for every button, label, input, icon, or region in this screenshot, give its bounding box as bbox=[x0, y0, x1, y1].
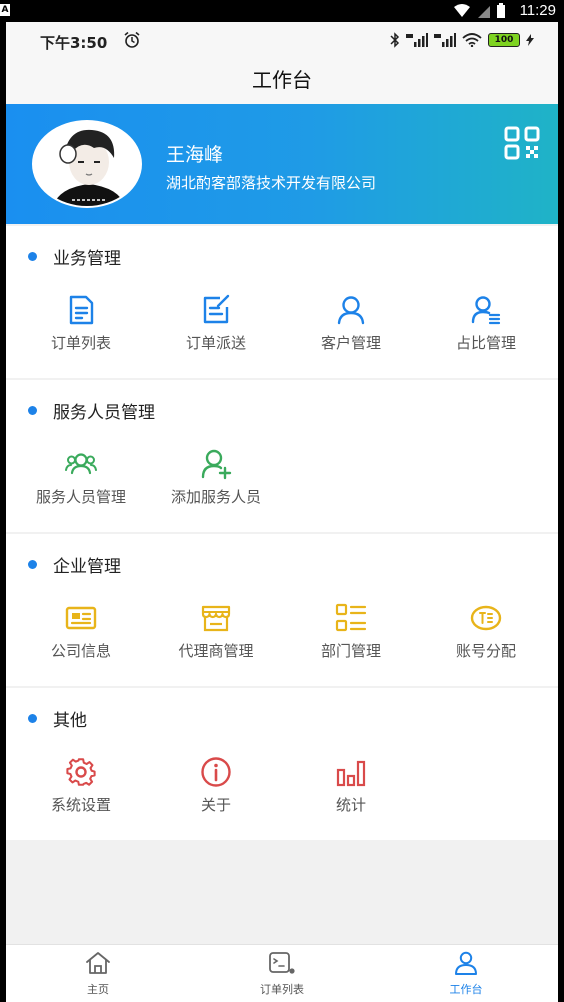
order-list-icon bbox=[69, 295, 94, 325]
order-dispatch-icon bbox=[203, 294, 230, 324]
section-enterprise: 企业管理 公司信息 代理商管理 部门管理 账号分配 bbox=[6, 534, 558, 686]
stats-icon bbox=[336, 760, 366, 787]
section-other: 其他 系统设置 关于 统计 bbox=[6, 688, 558, 840]
customer-icon bbox=[337, 296, 365, 325]
section-header: 服务人员管理 bbox=[6, 380, 558, 440]
company-name: 湖北酌客部落技术开发有限公司 bbox=[166, 174, 377, 192]
staff-group-icon bbox=[65, 453, 97, 475]
order-dispatch-item[interactable]: 订单派送 bbox=[147, 294, 285, 364]
charging-icon bbox=[526, 34, 534, 46]
section-header: 企业管理 bbox=[6, 534, 558, 594]
tab-workbench[interactable]: 工作台 bbox=[374, 951, 558, 997]
page-title: 工作台 bbox=[6, 60, 558, 104]
info-icon bbox=[201, 757, 231, 787]
user-name: 王海峰 bbox=[166, 144, 224, 166]
add-staff-item[interactable]: 添加服务人员 bbox=[147, 448, 285, 518]
signal-hd-icon-2 bbox=[434, 33, 456, 47]
system-settings-item[interactable]: 系统设置 bbox=[12, 756, 150, 826]
alarm-icon bbox=[124, 31, 140, 48]
section-staff: 服务人员管理 服务人员管理 添加服务人员 bbox=[6, 380, 558, 532]
home-icon bbox=[86, 952, 110, 974]
tab-workbench-label: 工作台 bbox=[449, 983, 483, 996]
section-dot bbox=[28, 406, 37, 415]
ratio-item[interactable]: 占比管理 bbox=[417, 294, 555, 364]
customer-label: 客户管理 bbox=[320, 334, 381, 352]
company-card-icon bbox=[65, 606, 97, 630]
system-settings-label: 系统设置 bbox=[50, 796, 111, 814]
app-screen: 下午3:50 100 工作台 王海峰 湖北酌客部落技术开发有限公司 业务管理 订… bbox=[6, 22, 558, 1002]
ratio-label: 占比管理 bbox=[455, 334, 516, 352]
system-status-bar: A 11:29 bbox=[0, 0, 564, 22]
order-tab-icon bbox=[269, 952, 295, 974]
tab-orders-label: 订单列表 bbox=[260, 983, 304, 996]
account-allocation-item[interactable]: 账号分配 bbox=[417, 602, 555, 672]
gear-icon bbox=[66, 758, 96, 786]
statistics-label: 统计 bbox=[335, 796, 366, 814]
section-header: 业务管理 bbox=[6, 226, 558, 286]
company-info-label: 公司信息 bbox=[50, 642, 111, 660]
battery-indicator: 100 bbox=[488, 33, 520, 47]
staff-management-label: 服务人员管理 bbox=[35, 488, 126, 506]
agent-management-label: 代理商管理 bbox=[178, 642, 254, 660]
signal-hd-icon bbox=[406, 33, 428, 47]
company-info-item[interactable]: 公司信息 bbox=[12, 602, 150, 672]
section-business: 业务管理 订单列表 订单派送 客户管理 占比管理 bbox=[6, 226, 558, 378]
department-label: 部门管理 bbox=[320, 642, 381, 660]
no-sim-icon bbox=[478, 6, 490, 18]
qr-code-icon[interactable] bbox=[504, 126, 540, 160]
order-dispatch-label: 订单派送 bbox=[185, 334, 246, 352]
account-allocation-label: 账号分配 bbox=[455, 642, 516, 660]
battery-icon bbox=[497, 3, 505, 18]
agent-management-item[interactable]: 代理商管理 bbox=[147, 602, 285, 672]
bottom-navigation: 主页 订单列表 工作台 bbox=[6, 944, 558, 1002]
order-list-label: 订单列表 bbox=[50, 334, 111, 352]
ratio-icon bbox=[471, 296, 501, 325]
order-list-item[interactable]: 订单列表 bbox=[12, 294, 150, 364]
add-staff-icon bbox=[201, 449, 232, 480]
status-right: 100 bbox=[390, 32, 534, 48]
accessibility-badge: A bbox=[0, 4, 10, 16]
system-icons bbox=[454, 3, 506, 19]
wifi-status-icon bbox=[462, 33, 482, 47]
section-title: 业务管理 bbox=[53, 249, 121, 269]
agent-store-icon bbox=[201, 605, 231, 632]
status-bar: 下午3:50 100 bbox=[6, 22, 558, 60]
tab-home[interactable]: 主页 bbox=[6, 951, 190, 997]
section-title: 企业管理 bbox=[53, 557, 121, 577]
user-tab-icon bbox=[455, 951, 477, 975]
avatar[interactable] bbox=[32, 120, 142, 208]
wifi-icon bbox=[454, 4, 470, 17]
tab-orders[interactable]: 订单列表 bbox=[190, 951, 374, 997]
section-title: 服务人员管理 bbox=[53, 403, 155, 423]
system-time: 11:29 bbox=[519, 2, 556, 19]
staff-management-item[interactable]: 服务人员管理 bbox=[12, 448, 150, 518]
section-dot bbox=[28, 560, 37, 569]
customer-item[interactable]: 客户管理 bbox=[282, 294, 420, 364]
section-title: 其他 bbox=[53, 711, 87, 731]
section-dot bbox=[28, 714, 37, 723]
profile-card[interactable]: 王海峰 湖北酌客部落技术开发有限公司 bbox=[6, 104, 558, 224]
department-item[interactable]: 部门管理 bbox=[282, 602, 420, 672]
section-header: 其他 bbox=[6, 688, 558, 748]
add-staff-label: 添加服务人员 bbox=[170, 488, 261, 506]
status-time: 下午3:50 bbox=[40, 34, 108, 52]
statistics-item[interactable]: 统计 bbox=[282, 756, 420, 826]
about-label: 关于 bbox=[200, 796, 231, 814]
department-icon bbox=[335, 603, 367, 632]
about-item[interactable]: 关于 bbox=[147, 756, 285, 826]
bluetooth-icon bbox=[390, 32, 400, 48]
tab-home-label: 主页 bbox=[87, 983, 109, 996]
section-dot bbox=[28, 252, 37, 261]
avatar-image bbox=[34, 122, 140, 206]
account-icon bbox=[470, 605, 502, 631]
